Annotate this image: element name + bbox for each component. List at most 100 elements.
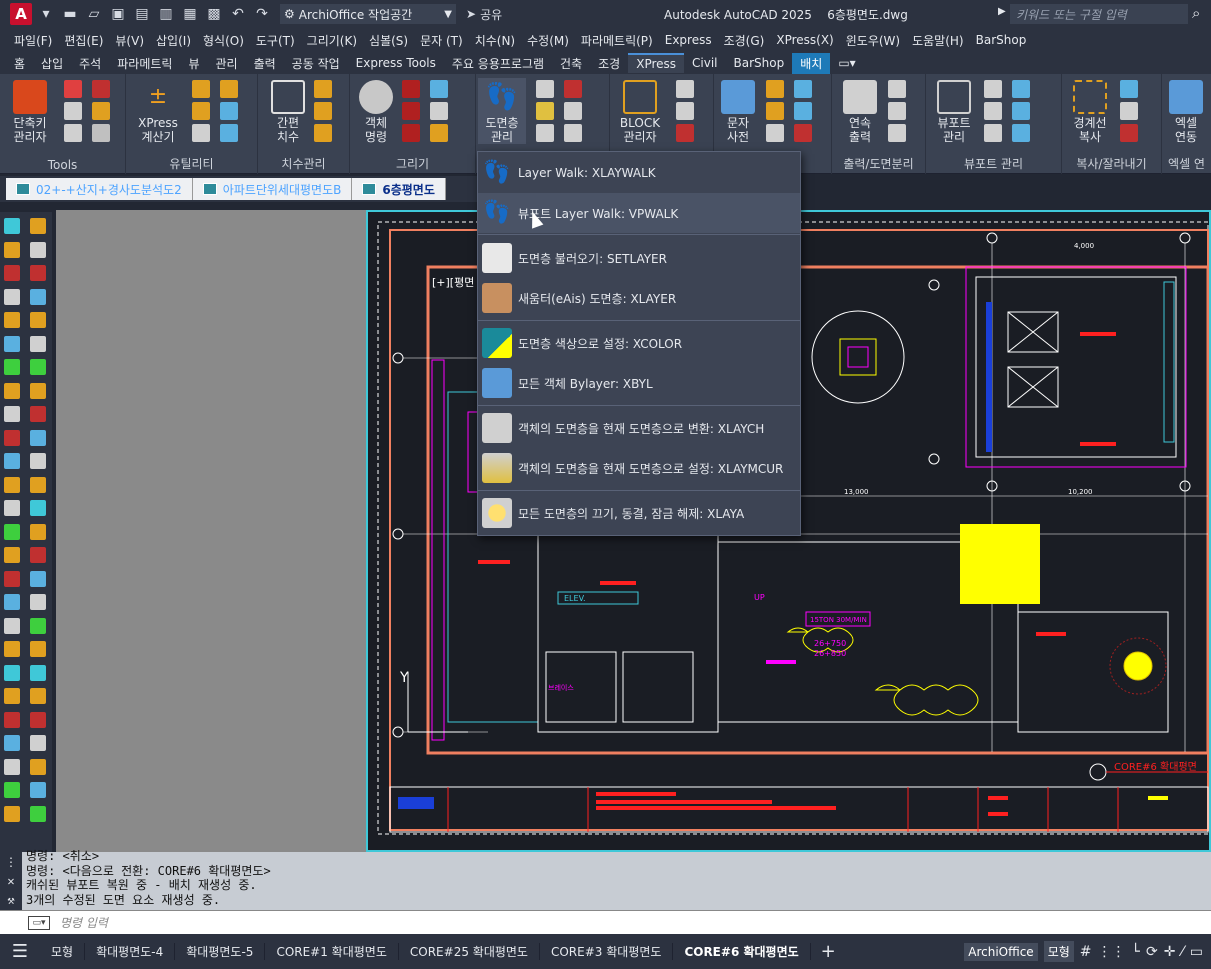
copy-image-icon[interactable] xyxy=(1120,80,1138,98)
layer-flat-icon[interactable] xyxy=(536,124,554,142)
wrench-icon[interactable] xyxy=(64,124,82,142)
layout-tab[interactable]: 모형 xyxy=(40,943,86,960)
menu-item-setlayer[interactable]: 도면층 불러오기: SETLAYER xyxy=(478,238,800,278)
osnap-icon[interactable]: ✛ xyxy=(1164,944,1176,960)
lineweight-icon[interactable]: ⁄ xyxy=(1181,944,1183,960)
snap-icon[interactable]: ⋮⋮ xyxy=(1098,944,1126,960)
menu-item[interactable]: 윈도우(W) xyxy=(840,32,906,49)
polar-icon[interactable]: ⟳ xyxy=(1146,944,1158,960)
text-color-icon[interactable] xyxy=(794,124,812,142)
layer-sun-icon[interactable] xyxy=(536,102,554,120)
network-icon[interactable] xyxy=(220,124,238,142)
menu-item-xlaywalk[interactable]: 👣 Layer Walk: XLAYWALK xyxy=(478,153,800,193)
menu-item-xlayer[interactable]: 새움터(eAis) 도면층: XLAYER xyxy=(478,278,800,318)
shortcut-manager-button[interactable]: 단축키 관리자 xyxy=(6,78,54,144)
ribbon-tab[interactable]: 출력 xyxy=(246,53,284,74)
ribbon-tab[interactable]: 주요 응용프로그램 xyxy=(444,53,552,74)
viewport-manager-button[interactable]: 뷰포트 관리 xyxy=(930,78,978,144)
tool-icon[interactable] xyxy=(30,617,46,634)
tool-icon[interactable] xyxy=(30,735,46,751)
menu-item[interactable]: 삽입(I) xyxy=(150,32,197,49)
menu-item[interactable]: 수정(M) xyxy=(521,32,575,49)
undo-icon[interactable]: ↶ xyxy=(228,4,248,24)
tool-icon[interactable] xyxy=(30,312,46,328)
tool-icon[interactable] xyxy=(30,453,46,469)
viewport-add-icon[interactable] xyxy=(1012,124,1030,142)
tool-icon[interactable] xyxy=(4,335,20,352)
tool-icon[interactable] xyxy=(4,688,20,704)
block-copy-icon[interactable] xyxy=(676,102,694,120)
text-a-icon[interactable] xyxy=(92,102,110,120)
menu-item-xlaya[interactable]: 모든 도면층의 끄기, 동결, 잠금 해제: XLAYA xyxy=(478,493,800,533)
tool-icon[interactable] xyxy=(4,758,20,775)
save-icon[interactable]: ▣ xyxy=(108,4,128,24)
block-delete-icon[interactable] xyxy=(676,124,694,142)
cut-icon[interactable] xyxy=(1120,124,1138,142)
ribbon-tab[interactable]: BarShop xyxy=(726,54,793,72)
tool-icon[interactable] xyxy=(30,429,46,446)
tool-icon[interactable] xyxy=(30,335,46,352)
rectangle-icon[interactable] xyxy=(402,80,420,98)
ribbon-tab[interactable]: 뷰 xyxy=(180,53,207,74)
tool-icon[interactable] xyxy=(30,476,46,493)
print-icon[interactable]: ▩ xyxy=(204,4,224,24)
viewport-lock-icon[interactable] xyxy=(984,80,1002,98)
tool-icon[interactable] xyxy=(4,265,20,281)
command-input[interactable]: ▭▾ 명령 입력 xyxy=(0,910,1211,934)
autocad-logo-icon[interactable]: A xyxy=(10,3,32,25)
menu-item[interactable]: 형식(O) xyxy=(197,32,250,49)
tool-icon[interactable] xyxy=(30,241,46,258)
text-replace-icon[interactable] xyxy=(794,102,812,120)
ribbon-options-icon[interactable]: ▭▾ xyxy=(830,54,863,72)
dim-aligned-icon[interactable] xyxy=(314,102,332,120)
close-icon[interactable]: ✕ xyxy=(7,874,14,888)
ribbon-tab[interactable]: Express Tools xyxy=(348,54,444,72)
block-insert-icon[interactable] xyxy=(676,80,694,98)
layer-red-icon[interactable] xyxy=(564,80,582,98)
ribbon-tab[interactable]: 조경 xyxy=(590,53,628,74)
tool-icon[interactable] xyxy=(4,711,20,728)
app-menu-caret-icon[interactable]: ▾ xyxy=(36,4,56,24)
file-tab[interactable]: 02+-+산지+경사도분석도2 xyxy=(6,178,193,200)
tool-icon[interactable] xyxy=(4,500,20,516)
ribbon-tab[interactable]: 관리 xyxy=(207,53,245,74)
align-icon[interactable] xyxy=(220,80,238,98)
text-dictionary-button[interactable]: 문자 사전 xyxy=(714,78,762,144)
tool-icon[interactable] xyxy=(4,359,20,375)
ribbon-tab[interactable]: 배치 xyxy=(792,52,831,74)
menu-item-xlaych[interactable]: 객체의 도면층을 현재 도면층으로 변환: XLAYCH xyxy=(478,408,800,448)
viewport-scale-icon[interactable] xyxy=(984,102,1002,120)
text-pen-icon[interactable] xyxy=(766,80,784,98)
brush-icon[interactable] xyxy=(64,102,82,120)
tool-icon[interactable] xyxy=(4,547,20,563)
tool-icon[interactable] xyxy=(4,476,20,493)
menu-item[interactable]: 심볼(S) xyxy=(363,32,414,49)
tool-icon[interactable] xyxy=(30,758,46,775)
tool-icon[interactable] xyxy=(4,617,20,634)
search-input[interactable]: 키워드 또는 구절 입력 xyxy=(1010,4,1188,24)
tool-icon[interactable] xyxy=(30,688,46,704)
spline-icon[interactable] xyxy=(402,102,420,120)
redo-icon[interactable]: ↷ xyxy=(252,4,272,24)
tool-icon[interactable] xyxy=(30,523,46,540)
menu-item[interactable]: Express xyxy=(659,33,718,47)
menu-item[interactable]: 조경(G) xyxy=(718,32,771,49)
dim-linear-icon[interactable] xyxy=(314,80,332,98)
dim-baseline-icon[interactable] xyxy=(314,124,332,142)
tool-icon[interactable] xyxy=(30,711,46,728)
layout-tab[interactable]: CORE#1 확대평면도 xyxy=(265,943,399,960)
layer-set-icon[interactable] xyxy=(564,124,582,142)
save-as-icon[interactable]: ▤ xyxy=(132,4,152,24)
tool-icon[interactable] xyxy=(4,523,20,540)
curve-icon[interactable] xyxy=(220,102,238,120)
tool-icon[interactable] xyxy=(30,547,46,563)
viewport-merge-icon[interactable] xyxy=(1012,102,1030,120)
share-button[interactable]: ➤ 공유 xyxy=(466,6,502,23)
tool-icon[interactable] xyxy=(30,359,46,375)
command-prompt-icon[interactable]: ▭▾ xyxy=(28,915,50,930)
open-folder-icon[interactable]: ▱ xyxy=(84,4,104,24)
viewport-copy-icon[interactable] xyxy=(984,124,1002,142)
export-icon[interactable]: ▥ xyxy=(156,4,176,24)
menu-item-xlaymcur[interactable]: 객체의 도면층을 현재 도면층으로 설정: XLAYMCUR xyxy=(478,448,800,488)
layout-tab[interactable]: CORE#3 확대평면도 xyxy=(540,943,674,960)
